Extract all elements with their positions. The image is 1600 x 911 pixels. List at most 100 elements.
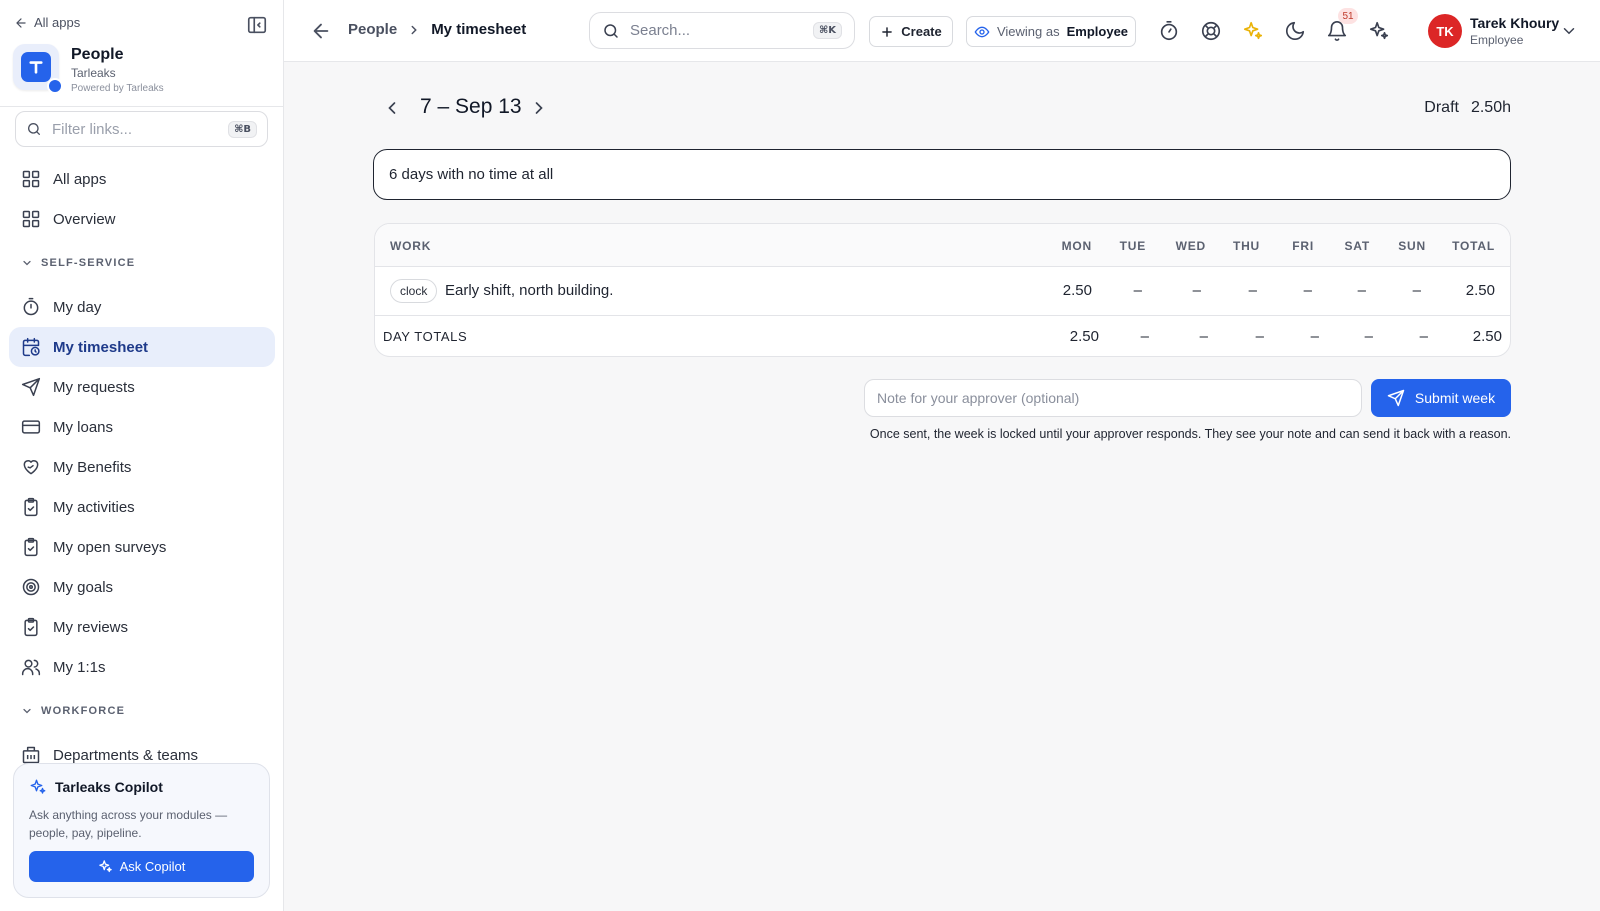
cell-tue[interactable]: –	[1134, 282, 1142, 299]
grid-icon	[21, 209, 41, 229]
sidebar-item-label: My Benefits	[53, 458, 132, 476]
timer-icon	[1160, 21, 1178, 41]
previous-week-button[interactable]	[382, 98, 402, 118]
app-switcher[interactable]: People Tarleaks Powered by Tarleaks	[13, 44, 164, 94]
week-range-label: 7 – Sep 13	[420, 95, 522, 118]
sidebar-divider	[0, 106, 284, 107]
top-header: People My timesheet Search... ⌘K Create …	[284, 0, 1600, 62]
all-apps-back-label: All apps	[34, 15, 81, 30]
global-search-input[interactable]: Search... ⌘K	[589, 12, 855, 49]
total-sun: –	[1419, 328, 1428, 345]
submit-week-button[interactable]: Submit week	[1371, 379, 1511, 417]
column-header-total: TOTAL	[1452, 239, 1495, 253]
sidebar-item-my-benefits[interactable]: My Benefits	[9, 447, 275, 487]
copilot-button[interactable]	[1368, 20, 1390, 42]
search-placeholder: Search...	[630, 22, 691, 39]
total-hours: 2.50h	[1470, 99, 1511, 116]
approver-note-input[interactable]	[864, 379, 1362, 417]
next-week-button[interactable]	[529, 98, 549, 118]
credit-card-icon	[21, 417, 41, 437]
cell-thu[interactable]: –	[1249, 282, 1257, 299]
sidebar-item-label: My activities	[53, 498, 135, 516]
total-week: 2.50	[1472, 328, 1502, 345]
cell-sun[interactable]: –	[1413, 282, 1421, 299]
day-totals-label: DAY TOTALS	[383, 329, 468, 344]
sidebar-item-label: Departments & teams	[53, 746, 199, 764]
timer-button[interactable]	[1158, 20, 1180, 42]
total-fri: –	[1310, 328, 1319, 345]
user-role: Employee	[1470, 33, 1524, 47]
clipboard-check-icon	[21, 497, 41, 517]
send-icon	[21, 377, 41, 397]
sparkles-icon	[1243, 21, 1263, 40]
status-label: Draft	[1424, 99, 1459, 116]
eye-icon	[974, 24, 990, 40]
app-logo	[13, 44, 63, 94]
sidebar-item-my-goals[interactable]: My goals	[9, 567, 275, 607]
breadcrumb-people[interactable]: People	[348, 21, 397, 38]
send-icon	[1387, 389, 1405, 407]
sidebar-item-my-activities[interactable]: My activities	[9, 487, 275, 527]
missing-time-alert: 6 days with no time at all	[373, 149, 1511, 200]
cell-sat[interactable]: –	[1358, 282, 1366, 299]
cell-fri[interactable]: –	[1304, 282, 1312, 299]
search-shortcut-badge: ⌘K	[812, 22, 842, 39]
timer-icon	[21, 297, 41, 317]
entry-type-tag: clock	[390, 279, 438, 303]
table-row[interactable]: clock Early shift, north building. 2.50 …	[375, 267, 1510, 316]
sidebar-item-my-timesheet[interactable]: My timesheet	[9, 327, 275, 367]
sidebar-item-my-loans[interactable]: My loans	[9, 407, 275, 447]
user-menu-chevron[interactable]	[1560, 22, 1578, 40]
notifications-count-badge: 51	[1338, 8, 1358, 24]
users-icon	[21, 657, 41, 677]
viewing-as-button[interactable]: Viewing as Employee	[966, 16, 1136, 47]
sidebar-item-label: My day	[53, 298, 102, 316]
help-button[interactable]	[1200, 20, 1222, 42]
dark-mode-toggle[interactable]	[1284, 20, 1306, 42]
section-workforce-label: WORKFORCE	[41, 705, 126, 717]
arrow-left-icon	[14, 16, 28, 30]
ai-sparkle-button[interactable]	[1242, 20, 1264, 42]
timesheet-table: WORK MON TUE WED THU FRI SAT SUN TOTAL c…	[374, 223, 1511, 357]
sidebar-item-my-reviews[interactable]: My reviews	[9, 607, 275, 647]
create-label: Create	[901, 24, 942, 39]
sidebar-item-all-apps[interactable]: All apps	[9, 159, 275, 199]
chevron-left-icon	[388, 102, 396, 114]
sidebar-item-my-open-surveys[interactable]: My open surveys	[9, 527, 275, 567]
column-header-sat: SAT	[1344, 239, 1370, 253]
cell-mon[interactable]: 2.50	[1063, 282, 1092, 299]
sidebar-item-my-1on1s[interactable]: My 1:1s	[9, 647, 275, 687]
user-avatar[interactable]: TK	[1428, 14, 1462, 48]
copilot-card: Tarleaks Copilot Ask anything across you…	[13, 763, 270, 898]
column-header-sun: SUN	[1398, 239, 1426, 253]
sidebar-item-overview[interactable]: Overview	[9, 199, 275, 239]
ask-copilot-label: Ask Copilot	[119, 859, 186, 874]
column-header-thu: THU	[1232, 239, 1260, 253]
breadcrumb: People My timesheet	[348, 21, 526, 38]
filter-links-input[interactable]: Filter links... ⌘B	[15, 111, 268, 147]
arrow-left-icon	[313, 23, 329, 39]
cell-wed[interactable]: –	[1193, 282, 1201, 299]
copilot-description: Ask anything across your modules — peopl…	[29, 808, 228, 840]
chevron-down-icon	[21, 257, 33, 269]
back-button[interactable]	[310, 20, 332, 42]
all-apps-back-link[interactable]: All apps	[14, 15, 80, 30]
alert-text: 6 days with no time at all	[389, 166, 554, 183]
sidebar-item-my-day[interactable]: My day	[9, 287, 275, 327]
table-footer-totals: DAY TOTALS 2.50 – – – – – – 2.50	[375, 316, 1510, 356]
column-header-fri: FRI	[1292, 239, 1314, 253]
column-header-mon: MON	[1061, 239, 1092, 253]
app-name: People	[71, 46, 124, 63]
total-wed: –	[1199, 328, 1208, 345]
user-name[interactable]: Tarek Khoury	[1470, 15, 1559, 31]
sidebar-item-label: My open surveys	[53, 538, 167, 556]
create-button[interactable]: Create	[869, 16, 953, 47]
collapse-sidebar-button[interactable]	[246, 14, 268, 36]
sidebar-item-my-requests[interactable]: My requests	[9, 367, 275, 407]
search-icon	[26, 121, 42, 137]
section-self-service-toggle[interactable]: SELF-SERVICE	[9, 239, 275, 287]
submit-help-text: Once sent, the week is locked until your…	[869, 427, 1511, 441]
section-workforce-toggle[interactable]: WORKFORCE	[9, 687, 275, 735]
sidebar-panel-icon	[247, 16, 267, 34]
ask-copilot-button[interactable]: Ask Copilot	[29, 851, 254, 882]
